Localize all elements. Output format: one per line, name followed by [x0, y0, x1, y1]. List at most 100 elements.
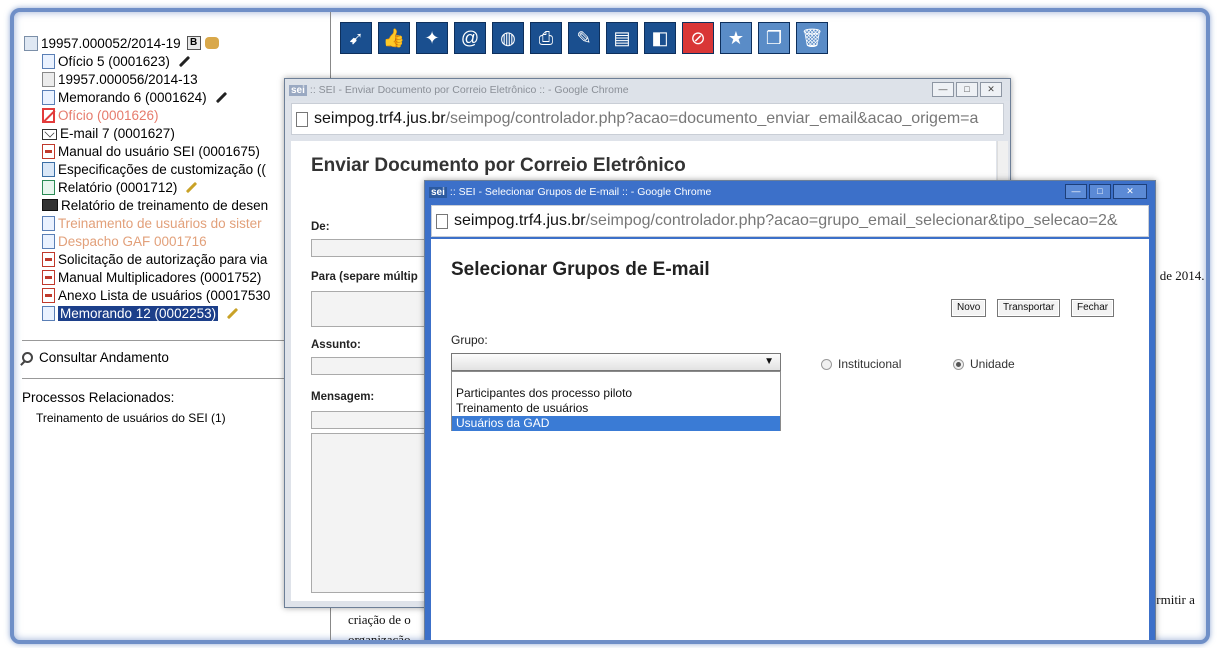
grupo-select[interactable]: ▼	[451, 353, 781, 371]
window-titlebar[interactable]: sei :: SEI - Enviar Documento por Correi…	[285, 79, 1010, 101]
edit-icon[interactable]: ◧	[644, 22, 676, 54]
favorite-document-icon[interactable]: ★	[720, 22, 752, 54]
tree-item-label: Ofício (0001626)	[58, 107, 159, 123]
fechar-button[interactable]: Fechar	[1071, 299, 1115, 317]
radio-button-selected[interactable]	[953, 358, 964, 370]
signature-pen-icon	[178, 55, 190, 67]
radio-institucional[interactable]: Institucional	[821, 357, 901, 371]
tree-item[interactable]: Memorando 6 (0001624)	[42, 88, 228, 106]
tree-item-label: Despacho GAF 0001716	[58, 233, 207, 249]
maximize-icon[interactable]: □	[1089, 184, 1111, 199]
to-field[interactable]	[311, 291, 431, 327]
tree-item[interactable]: Relatório (0001712)	[42, 178, 198, 196]
publish-icon[interactable]: ◍	[492, 22, 524, 54]
subject-field[interactable]	[311, 357, 431, 375]
radio-button[interactable]	[821, 358, 832, 370]
cancel-icon[interactable]: ⊘	[682, 22, 714, 54]
sei-logo: sei	[429, 186, 447, 198]
dropdown-option-highlighted[interactable]: Usuários da GAD	[452, 416, 780, 431]
close-icon[interactable]: ✕	[1113, 184, 1147, 199]
close-icon[interactable]: ✕	[980, 82, 1002, 97]
tree-item[interactable]: E-mail 7 (0001627)	[42, 124, 175, 142]
copy-icon[interactable]: ❐	[758, 22, 790, 54]
app-frame: 19957.000052/2014-19 B Ofício 5 (0001623…	[10, 8, 1210, 644]
url-host: seimpog.trf4.jus.br	[314, 110, 446, 127]
dropdown-option[interactable]: Treinamento de usuários	[452, 401, 780, 416]
radio-unidade[interactable]: Unidade	[953, 357, 1015, 371]
tree-item[interactable]: 19957.000056/2014-13	[42, 70, 198, 88]
grupo-dropdown-list: Participantes dos processo piloto Treina…	[451, 371, 781, 431]
search-icon	[22, 352, 33, 363]
transportar-button[interactable]: Transportar	[997, 299, 1061, 317]
report-icon	[42, 179, 55, 195]
minimize-icon[interactable]: —	[932, 82, 954, 97]
tree-item[interactable]: Treinamento de usuários do sister	[42, 214, 262, 232]
doc-text: o de 2014.	[1150, 268, 1205, 283]
related-processes-title: Processos Relacionados:	[22, 390, 175, 405]
page-title: Enviar Documento por Correio Eletrônico	[311, 155, 686, 176]
tree-item[interactable]: Anexo Lista de usuários (00017530	[42, 286, 270, 304]
url-path: /seimpog/controlador.php?acao=documento_…	[445, 110, 979, 127]
hand-icon[interactable]	[204, 37, 219, 49]
tree-item[interactable]: Solicitação de autorização para via	[42, 250, 267, 268]
users-icon[interactable]: ✦	[416, 22, 448, 54]
subject-label: Assunto:	[311, 339, 361, 351]
print-icon[interactable]: ⎙	[530, 22, 562, 54]
spreadsheet-icon	[42, 161, 55, 177]
related-process-link[interactable]: Treinamento de usuários do SEI (1)	[36, 411, 226, 425]
maximize-icon[interactable]: □	[956, 82, 978, 97]
email-icon[interactable]: @	[454, 22, 486, 54]
tree-item[interactable]: Ofício 5 (0001623)	[42, 52, 191, 70]
message-field[interactable]	[311, 433, 431, 593]
tree-item[interactable]: Relatório de treinamento de desen	[42, 196, 268, 214]
novo-button[interactable]: Novo	[951, 299, 987, 317]
address-bar[interactable]: seimpog.trf4.jus.br/seimpog/controlador.…	[431, 205, 1149, 237]
tree-item[interactable]: Ofício (0001626)	[42, 106, 159, 124]
sei-logo: sei	[289, 84, 307, 96]
pdf-icon	[42, 269, 55, 285]
tree-item-label: E-mail 7 (0001627)	[60, 125, 175, 141]
tree-item[interactable]: Especificações de customização ((	[42, 160, 266, 178]
window-controls: — □ ✕	[932, 82, 1002, 97]
document-icon	[42, 233, 55, 249]
tree-item[interactable]: Manual Multiplicadores (0001752)	[42, 268, 261, 286]
tree-root[interactable]: 19957.000052/2014-19 B	[24, 34, 219, 52]
consultar-label: Consultar Andamento	[39, 350, 169, 365]
badge-b[interactable]: B	[186, 36, 201, 50]
url-host: seimpog.trf4.jus.br	[454, 212, 586, 229]
tree-item[interactable]: Despacho GAF 0001716	[42, 232, 207, 250]
trash-icon[interactable]: 🗑	[796, 22, 828, 54]
from-field[interactable]	[311, 239, 431, 257]
send-process-icon[interactable]: ➹	[340, 22, 372, 54]
dropdown-option[interactable]: Participantes dos processo piloto	[452, 386, 780, 401]
tree-item-label: Solicitação de autorização para via	[58, 251, 268, 267]
tree-item[interactable]: Manual do usuário SEI (0001675)	[42, 142, 260, 160]
sign-icon[interactable]: ✎	[568, 22, 600, 54]
message-label: Mensagem:	[311, 391, 375, 403]
window-titlebar[interactable]: sei :: SEI - Selecionar Grupos de E-mail…	[425, 181, 1155, 203]
consultar-andamento-link[interactable]: Consultar Andamento	[22, 350, 169, 365]
address-bar[interactable]: seimpog.trf4.jus.br/seimpog/controlador.…	[291, 103, 1004, 135]
tree-item-label: Especificações de customização ((	[58, 161, 266, 177]
pencil-icon	[226, 307, 239, 319]
window-title: :: SEI - Enviar Documento por Correio El…	[309, 84, 629, 96]
tree-item-label: Anexo Lista de usuários (00017530	[58, 287, 271, 303]
message-selector[interactable]	[311, 411, 431, 429]
page-title: Selecionar Grupos de E-mail	[451, 259, 710, 280]
books-icon[interactable]: ▤	[606, 22, 638, 54]
pdf-icon	[42, 287, 55, 303]
doc-text: organização	[348, 632, 411, 644]
url-path: /seimpog/controlador.php?acao=grupo_emai…	[585, 212, 1118, 229]
document-toolbar: ➹ 👍 ✦ @ ◍ ⎙ ✎ ▤ ◧ ⊘ ★ ❐ 🗑	[340, 22, 828, 62]
tree-item-label: Memorando 12 (0002253)	[58, 305, 219, 321]
tree-root-label: 19957.000052/2014-19	[41, 35, 181, 51]
approve-icon[interactable]: 👍	[378, 22, 410, 54]
minimize-icon[interactable]: —	[1065, 184, 1087, 199]
tree-item-label: 19957.000056/2014-13	[58, 71, 198, 87]
tree-item-label: Treinamento de usuários do sister	[58, 215, 262, 231]
divider	[22, 340, 322, 341]
tree-item-label: Relatório de treinamento de desen	[61, 197, 269, 213]
tree-item-selected[interactable]: Memorando 12 (0002253)	[42, 304, 239, 322]
page-icon	[296, 111, 308, 127]
cancelled-document-icon	[42, 107, 55, 123]
